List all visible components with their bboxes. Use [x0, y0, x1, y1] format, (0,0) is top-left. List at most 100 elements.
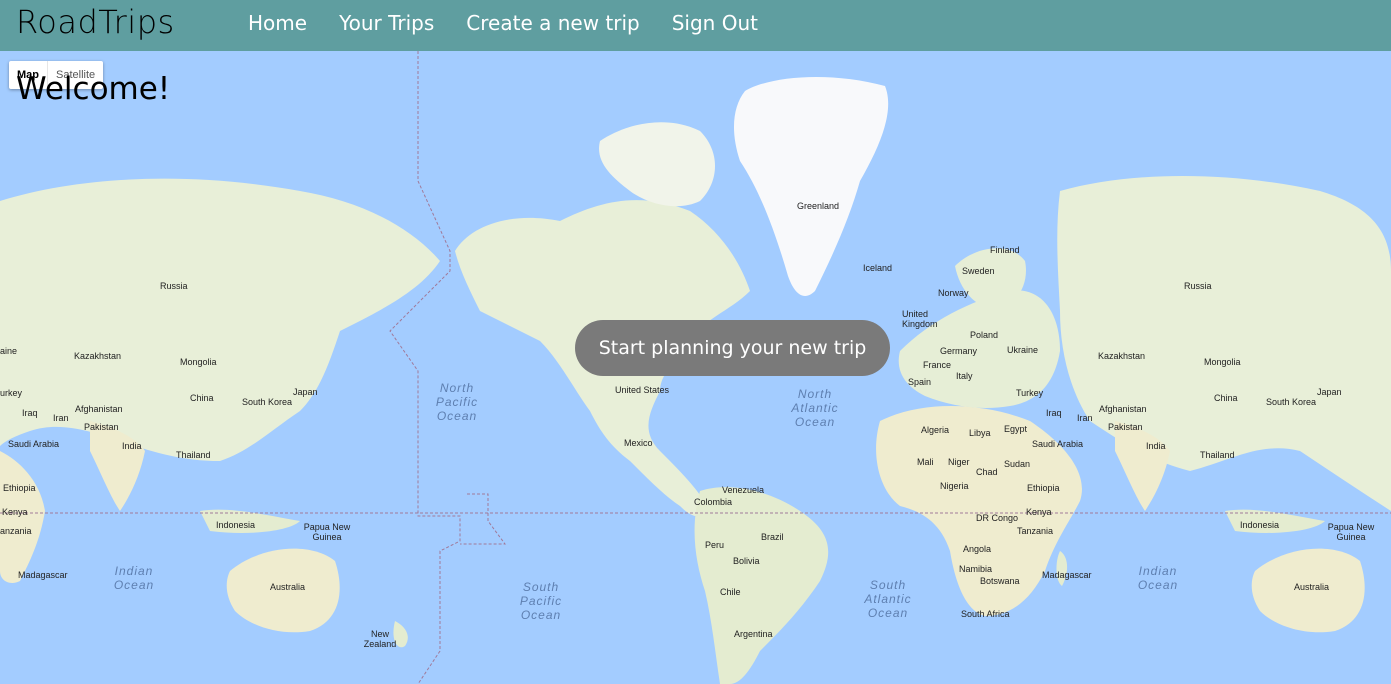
map-type-map-button[interactable]: Map: [9, 61, 48, 89]
label-tanzania: Tanzania: [1017, 526, 1054, 536]
label-finland: Finland: [990, 245, 1020, 255]
label-pakistan-right: Pakistan: [1108, 422, 1143, 432]
label-dr-congo: DR Congo: [976, 513, 1019, 523]
label-kenya-left: Kenya: [2, 507, 28, 517]
label-madagascar-left: Madagascar: [18, 570, 68, 580]
start-planning-button[interactable]: Start planning your new trip: [575, 320, 890, 376]
map-type-satellite-button[interactable]: Satellite: [48, 61, 103, 89]
label-botswana: Botswana: [980, 576, 1020, 586]
top-navbar: RoadTrips Home Your Trips Create a new t…: [0, 0, 1391, 51]
nav-links: Home Your Trips Create a new trip Sign O…: [248, 11, 790, 35]
label-algeria: Algeria: [921, 425, 950, 435]
madagascar-right: [1056, 551, 1068, 586]
label-turkey-left: urkey: [0, 388, 23, 398]
label-australia-right: Australia: [1294, 582, 1330, 592]
label-iceland: Iceland: [863, 263, 893, 273]
label-south-africa: South Africa: [961, 609, 1010, 619]
label-poland: Poland: [970, 330, 999, 340]
map-type-control: Map Satellite: [9, 61, 104, 89]
label-iran-right: Iran: [1077, 413, 1093, 423]
label-madagascar-right: Madagascar: [1042, 570, 1092, 580]
label-australia-left: Australia: [270, 582, 306, 592]
label-iraq-right: Iraq: [1046, 408, 1062, 418]
label-kenya: Kenya: [1026, 507, 1052, 517]
label-uk: United Kingdom: [902, 309, 938, 329]
label-china-left: China: [190, 393, 214, 403]
label-argentina: Argentina: [734, 629, 773, 639]
south-america-landmass: [694, 487, 829, 684]
label-turkey: Turkey: [1016, 388, 1044, 398]
kiribati-border: [460, 493, 506, 545]
nav-sign-out[interactable]: Sign Out: [672, 11, 758, 35]
label-pakistan-left: Pakistan: [84, 422, 119, 432]
label-kazakhstan-right: Kazakhstan: [1098, 351, 1146, 361]
label-china-right: China: [1214, 393, 1238, 403]
label-chad: Chad: [976, 467, 998, 477]
label-ukraine: Ukraine: [1007, 345, 1039, 355]
label-france: France: [923, 360, 952, 370]
label-thailand-left: Thailand: [176, 450, 211, 460]
label-brazil: Brazil: [761, 532, 784, 542]
label-mexico: Mexico: [624, 438, 653, 448]
label-libya: Libya: [969, 428, 991, 438]
date-line: [389, 51, 461, 684]
label-bolivia: Bolivia: [733, 556, 760, 566]
nav-home[interactable]: Home: [248, 11, 307, 35]
label-png-left: Papua New Guinea: [303, 522, 351, 542]
label-india-left: India: [122, 441, 142, 451]
ocean-indian-right: Indian Ocean: [1137, 564, 1179, 592]
label-egypt: Egypt: [1004, 424, 1028, 434]
label-indonesia-right: Indonesia: [1240, 520, 1280, 530]
label-japan-left: Japan: [293, 387, 318, 397]
label-saudi-right: Saudi Arabia: [1032, 439, 1084, 449]
ocean-indian-left: Indian Ocean: [113, 564, 155, 592]
asia-landmass-right: [1057, 176, 1391, 511]
label-russia-left: Russia: [160, 281, 188, 291]
ocean-north-atlantic: North Atlantic Ocean: [791, 387, 839, 429]
label-mali: Mali: [917, 457, 934, 467]
label-venezuela: Venezuela: [722, 485, 765, 495]
arctic-islands: [599, 122, 715, 207]
label-sweden: Sweden: [962, 266, 995, 276]
label-new-zealand: New Zealand: [363, 629, 397, 649]
label-tanzania-left: anzania: [0, 526, 32, 536]
label-chile: Chile: [720, 587, 741, 597]
ocean-south-atlantic: South Atlantic Ocean: [864, 578, 912, 620]
label-afghanistan-right: Afghanistan: [1099, 404, 1147, 414]
label-spain: Spain: [908, 377, 932, 387]
label-south-korea-left: South Korea: [242, 397, 293, 407]
label-niger: Niger: [948, 457, 970, 467]
label-russia-right: Russia: [1184, 281, 1212, 291]
label-nigeria: Nigeria: [940, 481, 969, 491]
label-afghanistan-left: Afghanistan: [75, 404, 123, 414]
label-ethiopia-left: Ethiopia: [3, 483, 36, 493]
label-png-right: Papua New Guinea: [1327, 522, 1375, 542]
label-indonesia-left: Indonesia: [216, 520, 256, 530]
ocean-north-pacific: North Pacific Ocean: [435, 381, 479, 423]
label-norway: Norway: [938, 288, 969, 298]
label-mongolia-left: Mongolia: [180, 357, 217, 367]
label-india-right: India: [1146, 441, 1166, 451]
ocean-south-pacific: South Pacific Ocean: [519, 580, 563, 622]
label-thailand-right: Thailand: [1200, 450, 1235, 460]
brand-logo[interactable]: RoadTrips: [16, 3, 175, 41]
label-sudan: Sudan: [1004, 459, 1031, 469]
label-south-korea-right: South Korea: [1266, 397, 1317, 407]
label-greenland: Greenland: [797, 201, 840, 211]
label-peru: Peru: [705, 540, 725, 550]
label-colombia: Colombia: [694, 497, 733, 507]
label-mongolia-right: Mongolia: [1204, 357, 1241, 367]
label-ukraine-left: aine: [0, 346, 18, 356]
label-namibia: Namibia: [959, 564, 993, 574]
label-united-states: United States: [615, 385, 670, 395]
label-saudi-left: Saudi Arabia: [8, 439, 60, 449]
label-italy: Italy: [956, 371, 973, 381]
nav-your-trips[interactable]: Your Trips: [339, 11, 434, 35]
label-germany: Germany: [940, 346, 978, 356]
label-ethiopia: Ethiopia: [1027, 483, 1060, 493]
label-japan-right: Japan: [1317, 387, 1342, 397]
label-iran-left: Iran: [53, 413, 69, 423]
label-angola: Angola: [963, 544, 992, 554]
nav-create-trip[interactable]: Create a new trip: [466, 11, 639, 35]
label-iraq-left: Iraq: [22, 408, 38, 418]
